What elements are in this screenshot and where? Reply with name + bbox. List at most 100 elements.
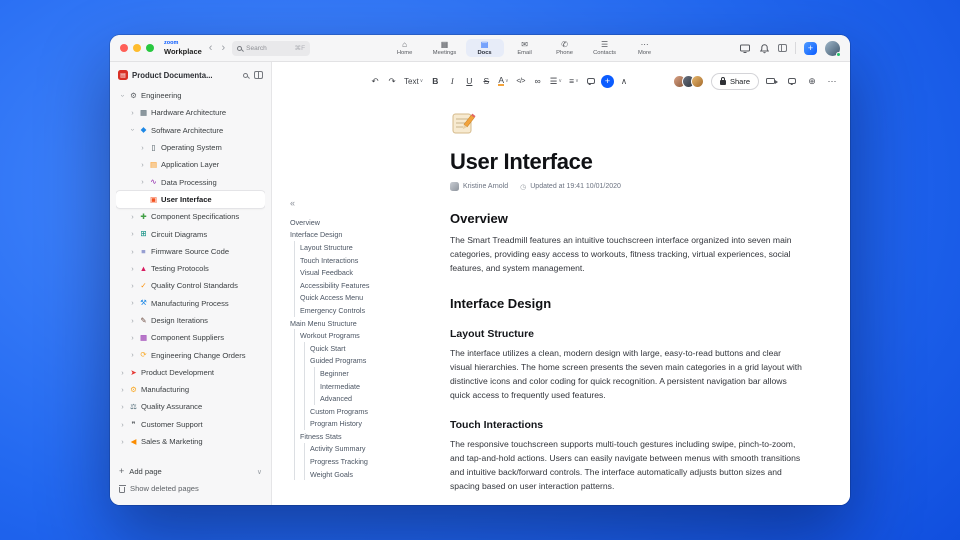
- underline-button[interactable]: U: [462, 73, 476, 89]
- italic-button[interactable]: I: [445, 73, 459, 89]
- insert-button[interactable]: +: [600, 74, 614, 88]
- doc-emoji-icon[interactable]: [450, 110, 804, 141]
- sidebar-item[interactable]: ▣ User Interface: [116, 190, 265, 209]
- chevron-right-icon[interactable]: ›: [119, 403, 126, 411]
- notifications-bell-icon[interactable]: [759, 43, 770, 54]
- minimize-window-button[interactable]: [133, 44, 141, 52]
- outline-item[interactable]: Quick Access Menu: [290, 291, 442, 305]
- chevron-right-icon[interactable]: ›: [119, 438, 126, 446]
- chevron-right-icon[interactable]: ›: [139, 161, 146, 169]
- outline-item[interactable]: Custom Programs: [290, 404, 442, 418]
- chevron-right-icon[interactable]: ›: [129, 334, 136, 342]
- paragraph-layout-structure[interactable]: The interface utilizes a clean, modern d…: [450, 347, 804, 403]
- chat-button[interactable]: [786, 78, 798, 84]
- chevron-right-icon[interactable]: ›: [129, 282, 136, 290]
- chevron-right-icon[interactable]: ›: [129, 265, 136, 273]
- outline-item[interactable]: Emergency Controls: [290, 304, 442, 317]
- sidebar-item[interactable]: › ≡ Firmware Source Code: [116, 243, 265, 260]
- outline-item[interactable]: Beginner: [290, 367, 442, 380]
- collaborator-avatar[interactable]: [690, 74, 704, 88]
- outline-collapse-button[interactable]: «: [290, 198, 295, 208]
- global-search-input[interactable]: Search ⌘F: [232, 40, 311, 56]
- outline-item[interactable]: Layout Structure: [290, 241, 442, 254]
- back-button[interactable]: ‹: [207, 42, 215, 54]
- chevron-right-icon[interactable]: ›: [129, 299, 136, 307]
- heading-layout-structure[interactable]: Layout Structure: [450, 328, 804, 340]
- chevron-down-icon[interactable]: ›: [118, 92, 127, 99]
- heading-overview[interactable]: Overview: [450, 211, 804, 226]
- close-window-button[interactable]: [120, 44, 128, 52]
- tab-docs[interactable]: ▤ Docs: [465, 38, 504, 58]
- chevron-right-icon[interactable]: ›: [129, 317, 136, 325]
- chevron-right-icon[interactable]: ›: [129, 248, 136, 256]
- sidebar-collapse-icon[interactable]: [254, 71, 263, 79]
- tab-home[interactable]: ⌂ Home: [386, 39, 424, 58]
- video-button[interactable]: [766, 78, 778, 84]
- sidebar-item[interactable]: › ❞ Customer Support: [116, 416, 265, 433]
- sidebar-item[interactable]: › ⚙ Manufacturing: [116, 381, 265, 398]
- sidebar-item[interactable]: › ◆ Software Architecture: [116, 122, 265, 139]
- paragraph-touch-interactions[interactable]: The responsive touchscreen supports mult…: [450, 438, 804, 494]
- sidebar-item[interactable]: › ⊞ Circuit Diagrams: [116, 225, 265, 242]
- undo-button[interactable]: ↶: [368, 73, 382, 89]
- comment-button[interactable]: [584, 73, 598, 89]
- list-button[interactable]: ☰ ∨: [548, 73, 564, 89]
- tab-meetings[interactable]: ▦ Meetings: [426, 39, 464, 58]
- text-style-select[interactable]: Text ∨: [402, 73, 425, 89]
- forward-button[interactable]: ›: [219, 42, 227, 54]
- tab-email[interactable]: ✉ Email: [506, 39, 544, 58]
- sidebar-item[interactable]: › ⚖ Quality Assurance: [116, 398, 265, 415]
- sidebar-item[interactable]: › ▤ Application Layer: [116, 156, 265, 173]
- add-page-button[interactable]: + Add page ∨: [116, 463, 265, 480]
- outline-item[interactable]: Weight Goals: [290, 467, 442, 481]
- user-avatar[interactable]: [824, 40, 841, 57]
- chevron-right-icon[interactable]: ›: [119, 369, 126, 377]
- outline-item[interactable]: Fitness Stats: [290, 430, 442, 443]
- outline-item[interactable]: Interface Design: [290, 229, 442, 242]
- zoom-window-button[interactable]: [146, 44, 154, 52]
- outline-item[interactable]: Guided Programs: [290, 354, 442, 368]
- sidebar-item[interactable]: › ⚒ Manufacturing Process: [116, 295, 265, 312]
- tab-contacts[interactable]: ☰ Contacts: [586, 39, 624, 58]
- sidebar-item[interactable]: › ⟳ Engineering Change Orders: [116, 346, 265, 363]
- chevron-down-icon[interactable]: ›: [128, 127, 137, 134]
- sidebar-item[interactable]: › ∿ Data Processing: [116, 173, 265, 190]
- sidebar-item[interactable]: › ▲ Testing Protocols: [116, 260, 265, 277]
- globe-button[interactable]: ⊕: [806, 76, 818, 86]
- outline-item[interactable]: Program History: [290, 417, 442, 431]
- tab-more[interactable]: ⋯ More: [626, 39, 664, 58]
- side-panel-toggle-icon[interactable]: [777, 44, 787, 52]
- collapse-toolbar-button[interactable]: ∧: [617, 73, 631, 89]
- sidebar-item[interactable]: › ✚ Component Specifications: [116, 208, 265, 225]
- outline-item[interactable]: Advanced: [290, 392, 442, 405]
- heading-interface-design[interactable]: Interface Design: [450, 296, 804, 311]
- paragraph-overview[interactable]: The Smart Treadmill features an intuitiv…: [450, 234, 804, 276]
- sidebar-item[interactable]: › ▯ Operating System: [116, 139, 265, 156]
- chevron-right-icon[interactable]: ›: [129, 213, 136, 221]
- sidebar-item[interactable]: › ▦ Component Suppliers: [116, 329, 265, 346]
- heading-touch-interactions[interactable]: Touch Interactions: [450, 419, 804, 431]
- share-screen-icon[interactable]: [739, 43, 751, 54]
- sidebar-item[interactable]: › ➤ Product Development: [116, 364, 265, 381]
- share-button[interactable]: Share: [710, 72, 759, 90]
- outline-item[interactable]: Intermediate: [290, 379, 442, 393]
- chevron-down-icon[interactable]: ∨: [257, 468, 262, 476]
- sidebar-item[interactable]: › ◀ Sales & Marketing: [116, 433, 265, 450]
- outline-item[interactable]: Activity Summary: [290, 442, 442, 456]
- strikethrough-button[interactable]: S: [479, 73, 493, 89]
- chevron-right-icon[interactable]: ›: [129, 230, 136, 238]
- outline-item[interactable]: Touch Interactions: [290, 253, 442, 267]
- doc-title[interactable]: User Interface: [450, 149, 804, 175]
- chevron-right-icon[interactable]: ›: [119, 421, 126, 429]
- chevron-right-icon[interactable]: ›: [139, 144, 146, 152]
- sidebar-item[interactable]: › ▦ Hardware Architecture: [116, 104, 265, 121]
- chevron-right-icon[interactable]: ›: [119, 386, 126, 394]
- sidebar-item[interactable]: › ⚙ Engineering: [116, 87, 265, 104]
- link-button[interactable]: ∞: [531, 73, 545, 89]
- outline-item[interactable]: Quick Start: [290, 341, 442, 355]
- outline-item[interactable]: Main Menu Structure: [290, 317, 442, 330]
- outline-item[interactable]: Accessibility Features: [290, 278, 442, 292]
- show-deleted-pages-button[interactable]: Show deleted pages: [116, 480, 265, 497]
- chevron-right-icon[interactable]: ›: [129, 351, 136, 359]
- chevron-right-icon[interactable]: ›: [139, 178, 146, 186]
